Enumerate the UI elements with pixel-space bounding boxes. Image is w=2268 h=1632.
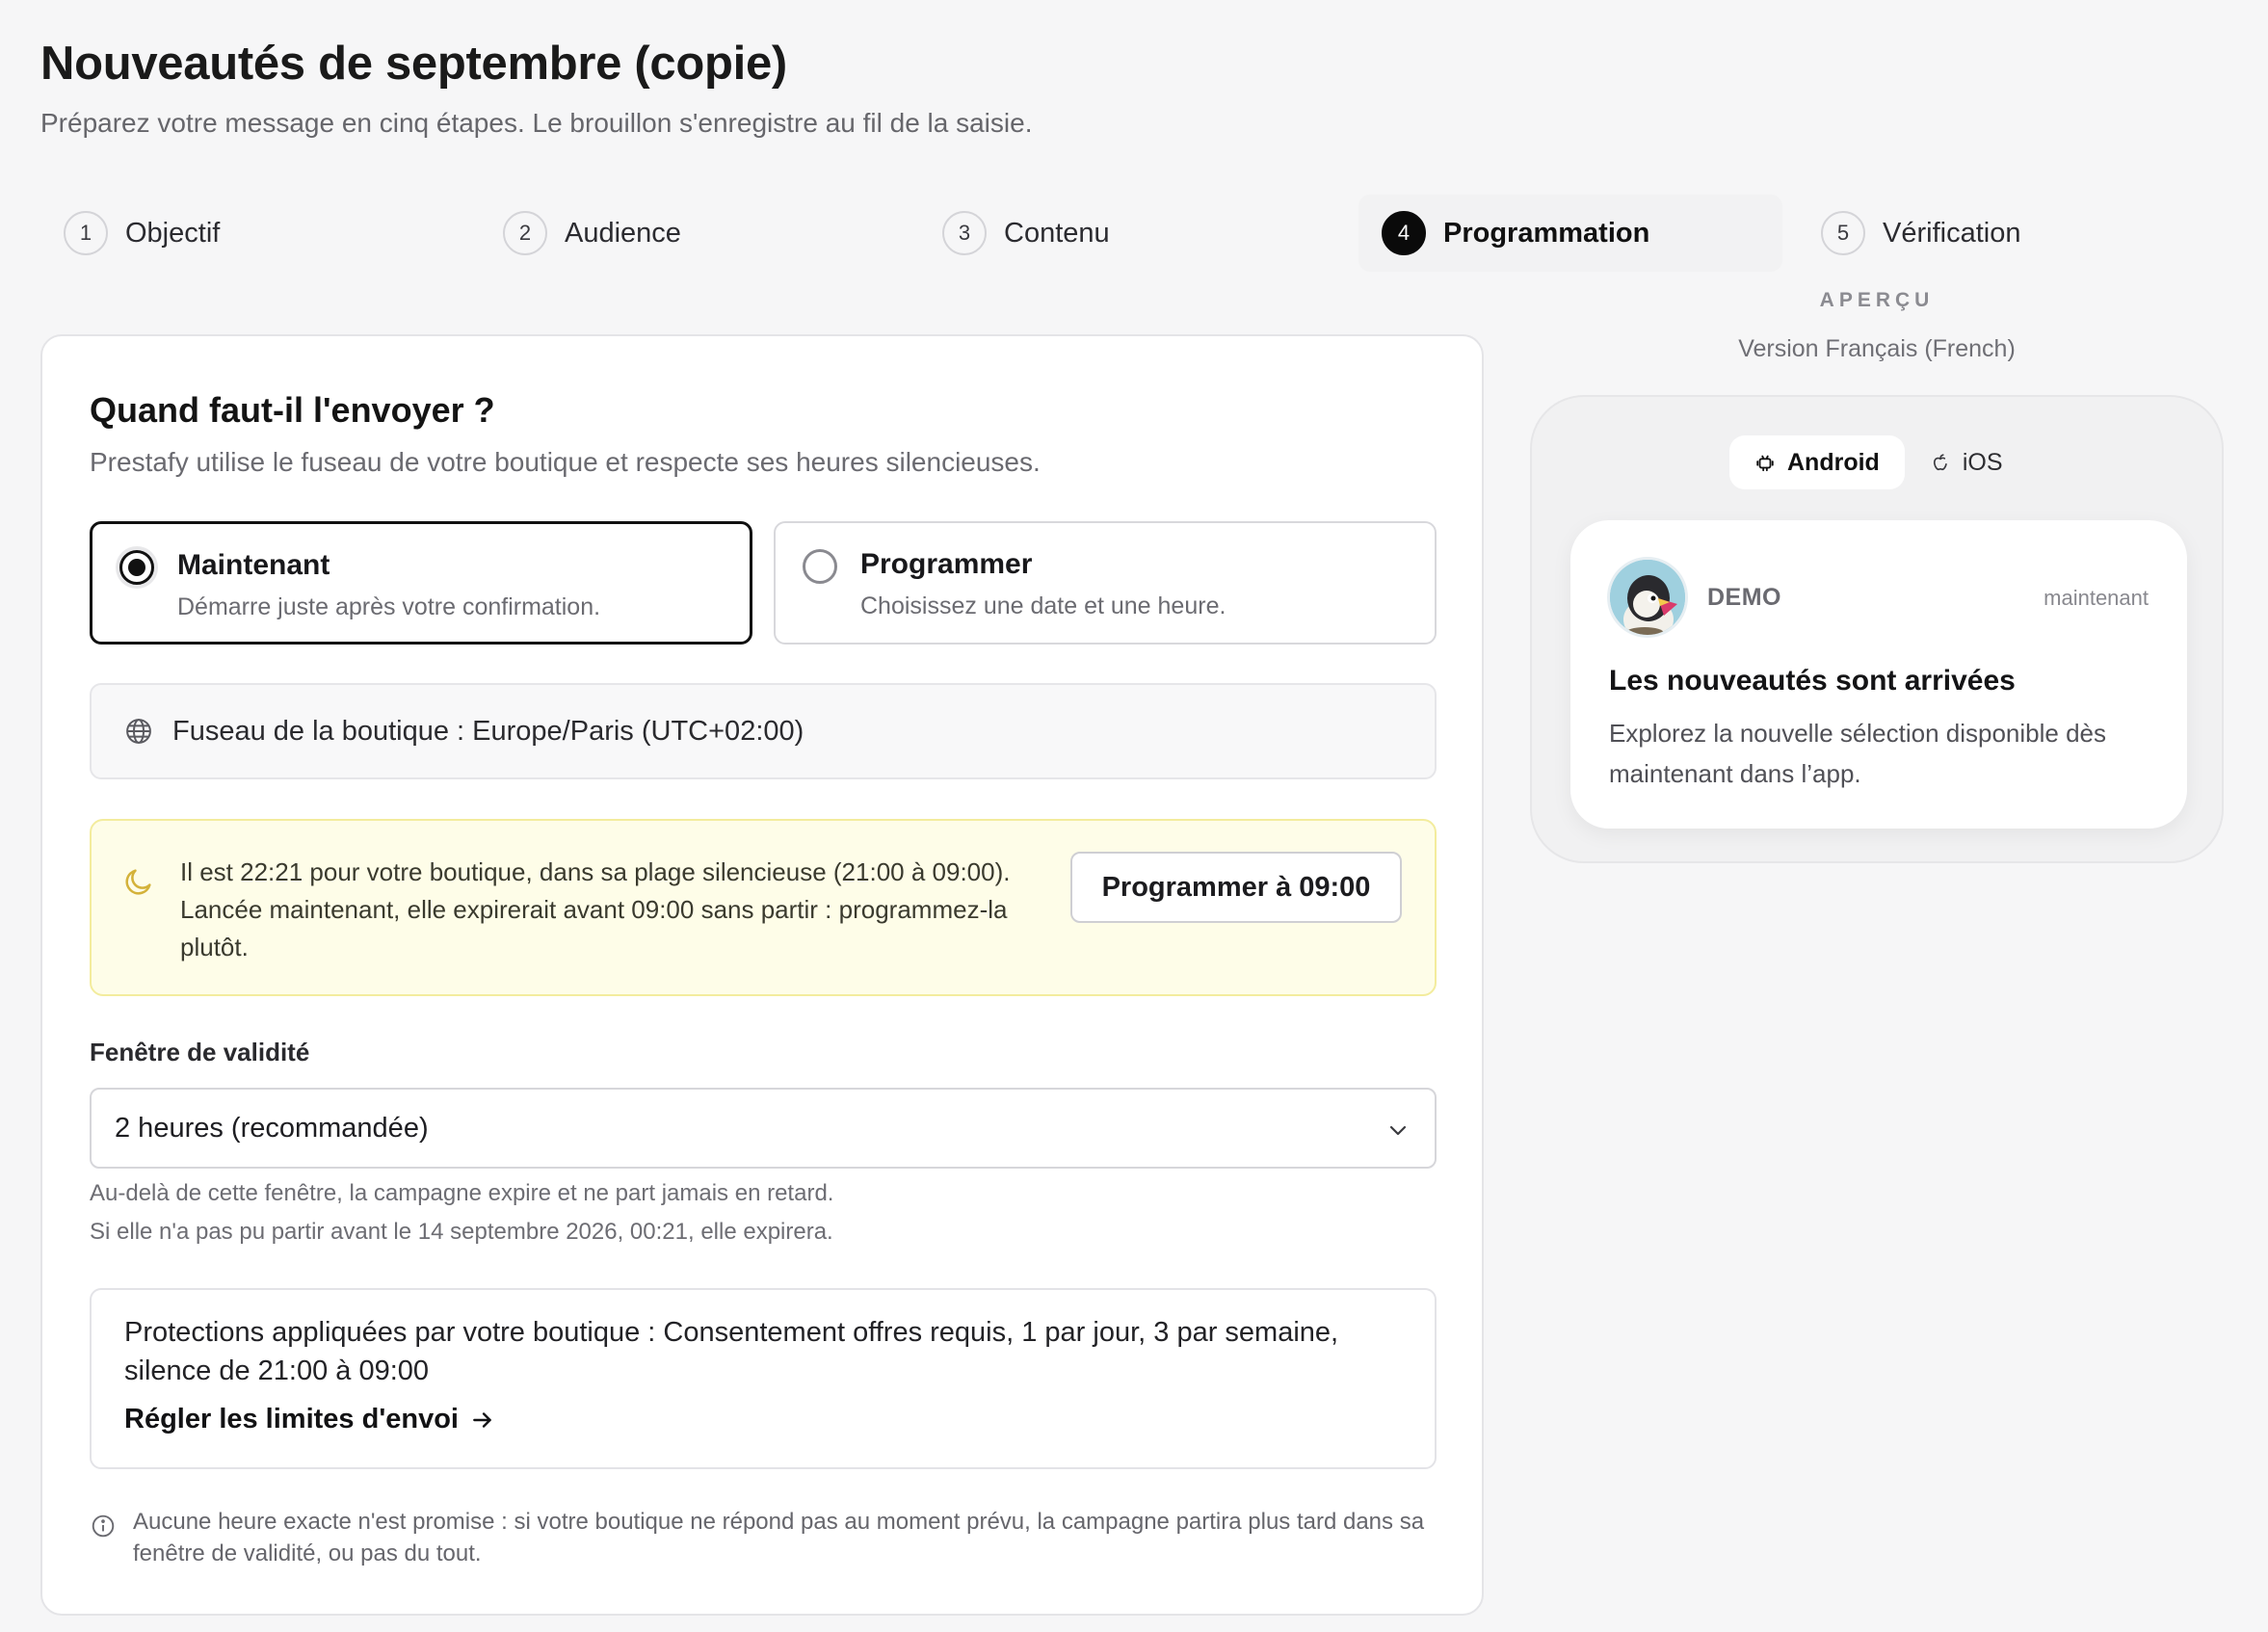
step-label: Programmation <box>1443 217 1650 249</box>
validity-select[interactable]: 2 heures (recommandée) <box>90 1088 1437 1169</box>
validity-expiry: Si elle n'a pas pu partir avant le 14 se… <box>90 1219 833 1245</box>
page-subtitle: Préparez votre message en cinq étapes. L… <box>40 108 1033 138</box>
validity-label: Fenêtre de validité <box>90 1038 310 1066</box>
step-number: 2 <box>503 211 547 255</box>
validity-value: 2 heures (recommandée) <box>115 1112 429 1144</box>
app-name: DEMO <box>1707 584 1781 611</box>
step-audience[interactable]: 2 Audience <box>480 195 904 272</box>
option-now[interactable]: Maintenant Démarre juste après votre con… <box>90 521 752 645</box>
moon-icon <box>125 869 151 895</box>
apple-icon <box>1933 454 1947 471</box>
schedule-subtitle: Prestafy utilise le fuseau de votre bout… <box>90 447 1041 477</box>
notification-title: Les nouveautés sont arrivées <box>1609 665 2016 697</box>
step-number: 3 <box>942 211 987 255</box>
app-avatar <box>1607 557 1688 638</box>
option-schedule[interactable]: Programmer Choisissez une date et une he… <box>774 521 1437 645</box>
schedule-title: Quand faut-il l'envoyer ? <box>90 390 495 430</box>
phone-preview: Android iOS DEMO maintenant Les nouveaut… <box>1530 395 2224 863</box>
option-title: Maintenant <box>177 549 330 581</box>
send-limits-link[interactable]: Régler les limites d'envoi <box>124 1404 495 1435</box>
notification-time: maintenant <box>2044 586 2149 610</box>
protections-box: Protections appliquées par votre boutiqu… <box>90 1288 1437 1469</box>
step-objectif[interactable]: 1 Objectif <box>40 195 464 272</box>
validity-help: Au-delà de cette fenêtre, la campagne ex… <box>90 1180 834 1206</box>
notification-body: Explorez la nouvelle sélection disponibl… <box>1609 719 2106 788</box>
os-tab-ios[interactable]: iOS <box>1905 435 2028 489</box>
schedule-at-button[interactable]: Programmer à 09:00 <box>1070 852 1402 923</box>
timezone-info: Fuseau de la boutique : Europe/Paris (UT… <box>90 683 1437 779</box>
protections-text: Protections appliquées par votre boutiqu… <box>124 1317 1339 1386</box>
step-label: Contenu <box>1004 217 1110 249</box>
step-number: 1 <box>64 211 108 255</box>
globe-icon <box>126 719 151 744</box>
step-number: 4 <box>1382 211 1426 255</box>
radio-now[interactable] <box>119 550 154 585</box>
notification-card: DEMO maintenant Les nouveautés sont arri… <box>1570 520 2187 829</box>
puffin-logo <box>1610 560 1685 635</box>
chevron-down-icon <box>1389 1125 1407 1136</box>
step-verification[interactable]: 5 Vérification <box>1798 195 2222 272</box>
step-label: Vérification <box>1883 217 2021 249</box>
arrow-right-icon <box>473 1411 491 1428</box>
quiet-hours-warning: Il est 22:21 pour votre boutique, dans s… <box>90 819 1437 996</box>
step-label: Audience <box>565 217 681 249</box>
stepper: 1 Objectif 2 Audience 3 Contenu 4 Progra… <box>40 195 2102 272</box>
option-description: Démarre juste après votre confirmation. <box>177 593 601 620</box>
android-icon <box>1756 455 1774 472</box>
step-number: 5 <box>1821 211 1865 255</box>
os-toggle: Android iOS <box>1729 435 2028 489</box>
option-description: Choisissez une date et une heure. <box>860 592 1226 619</box>
link-label: Régler les limites d'envoi <box>124 1404 459 1435</box>
step-programmation[interactable]: 4 Programmation <box>1358 195 1782 272</box>
os-tab-android[interactable]: Android <box>1729 435 1905 489</box>
preview-label: APERÇU <box>1819 289 1935 311</box>
schedule-card: Quand faut-il l'envoyer ? Prestafy utili… <box>40 334 1484 1616</box>
step-contenu[interactable]: 3 Contenu <box>919 195 1343 272</box>
preview-language: Version Français (French) <box>1738 335 2016 362</box>
timezone-text: Fuseau de la boutique : Europe/Paris (UT… <box>172 715 804 747</box>
radio-schedule[interactable] <box>803 549 837 584</box>
step-label: Objectif <box>125 217 221 249</box>
page-title: Nouveautés de septembre (copie) <box>40 38 787 90</box>
info-icon <box>92 1514 115 1538</box>
option-title: Programmer <box>860 548 1033 580</box>
os-tab-label: Android <box>1787 448 1880 476</box>
os-tab-label: iOS <box>1962 448 2003 476</box>
warning-text: Il est 22:21 pour votre boutique, dans s… <box>180 857 1011 961</box>
disclaimer-note: Aucune heure exacte n'est promise : si v… <box>133 1509 1425 1566</box>
